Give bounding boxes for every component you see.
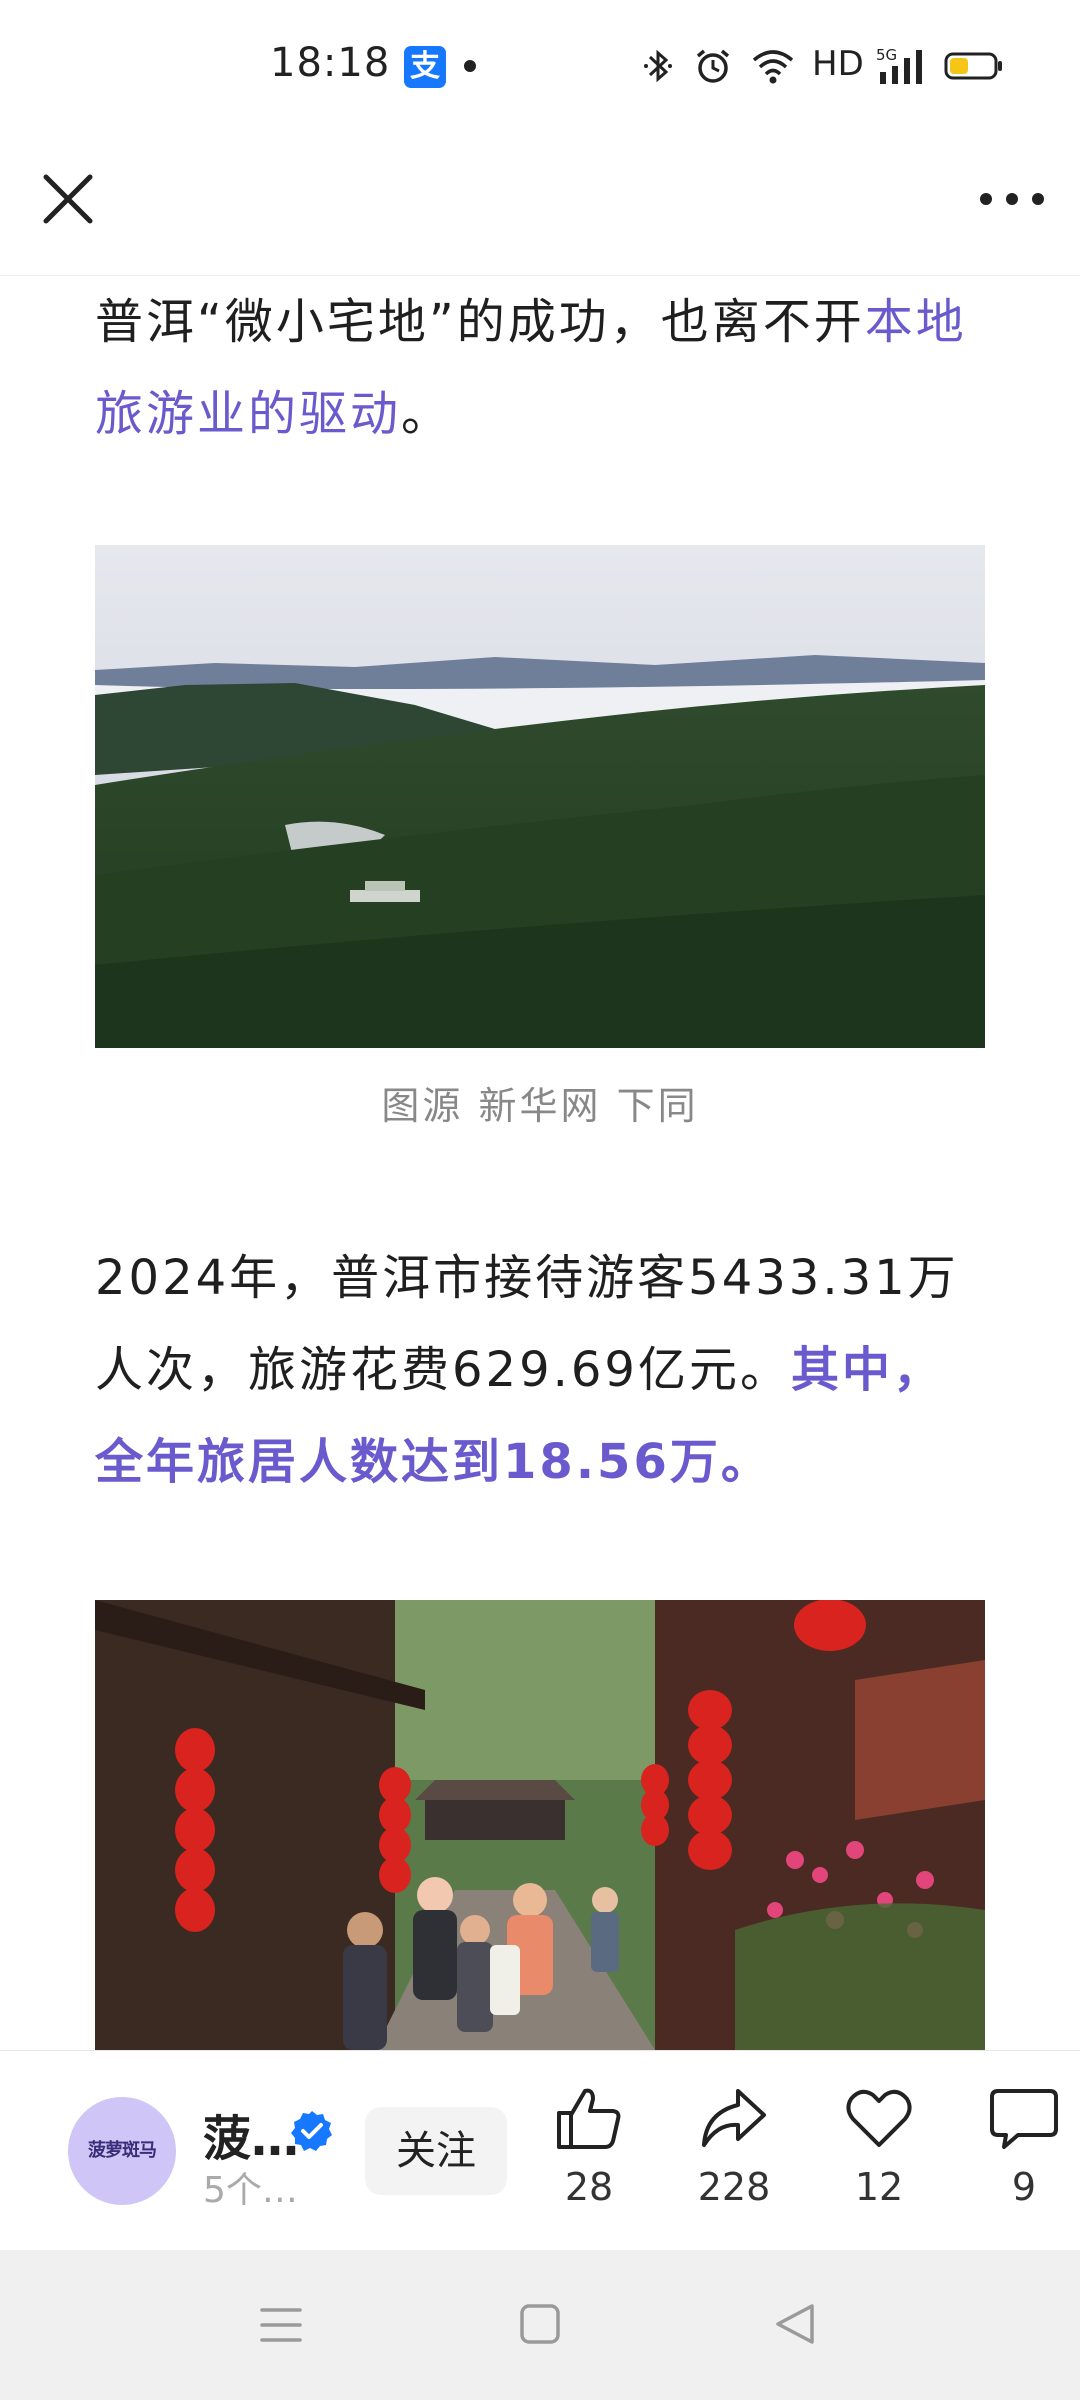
like-button[interactable]: 28 bbox=[534, 2083, 644, 2223]
system-nav-bar bbox=[0, 2250, 1080, 2400]
like-count: 28 bbox=[564, 2165, 614, 2209]
notification-dot-icon bbox=[464, 60, 476, 72]
favorite-count: 12 bbox=[854, 2165, 904, 2209]
image-caption: 图源 新华网 下同 bbox=[381, 1084, 699, 1128]
comment-count: 9 bbox=[1011, 2165, 1037, 2209]
heart-icon bbox=[846, 2089, 912, 2147]
comment-icon bbox=[990, 2089, 1058, 2149]
paragraph-2: 2024年，普洱市接待游客5433.31万人次，旅游花费629.69亿元。其中，… bbox=[95, 1232, 985, 1508]
article-body-2: 2024年，普洱市接待游客5433.31万人次，旅游花费629.69亿元。其中，… bbox=[95, 1232, 985, 1508]
home-icon[interactable] bbox=[518, 2302, 562, 2346]
old-town-street-photo bbox=[95, 1600, 985, 2050]
follow-button[interactable]: 关注 bbox=[365, 2107, 507, 2195]
paragraph-2-tail: 万。 bbox=[669, 1434, 772, 1490]
thumbs-up-icon bbox=[557, 2088, 621, 2149]
paragraph-1-end: 。 bbox=[401, 386, 453, 442]
top-nav bbox=[0, 135, 1080, 276]
author-avatar[interactable]: 菠萝斑马 bbox=[68, 2097, 176, 2205]
share-icon bbox=[702, 2089, 766, 2147]
status-bar: 18:18 支 HD 5G bbox=[0, 0, 1080, 135]
mountain-forest-photo bbox=[95, 545, 985, 1048]
share-count: 228 bbox=[697, 2165, 771, 2209]
more-horizontal-icon[interactable] bbox=[972, 167, 1052, 231]
favorite-button[interactable]: 12 bbox=[824, 2083, 934, 2223]
close-icon[interactable] bbox=[36, 167, 100, 231]
paragraph-2-number: 18.56 bbox=[503, 1434, 670, 1490]
share-button[interactable]: 228 bbox=[679, 2083, 789, 2223]
hd-label: HD bbox=[812, 44, 864, 84]
alarm-icon bbox=[696, 49, 730, 83]
back-icon[interactable] bbox=[772, 2300, 818, 2348]
bluetooth-icon bbox=[644, 49, 672, 83]
article-body: 普洱“微小宅地”的成功，也离不开本地旅游业的驱动。 bbox=[95, 276, 985, 460]
comment-button[interactable]: 9 bbox=[969, 2083, 1079, 2223]
author-action-bar: 菠萝斑马 菠… 5个… 关注 28 228 12 9 bbox=[0, 2050, 1080, 2251]
signal-label: 5G bbox=[876, 46, 897, 64]
battery-icon bbox=[944, 52, 1002, 80]
signal-icon: 5G bbox=[876, 46, 922, 84]
author-name[interactable]: 菠… bbox=[203, 2099, 299, 2169]
status-time: 18:18 bbox=[270, 40, 391, 86]
paragraph-1: 普洱“微小宅地”的成功，也离不开本地旅游业的驱动。 bbox=[95, 276, 985, 460]
verified-badge-icon bbox=[291, 2111, 332, 2151]
menu-icon[interactable] bbox=[258, 2302, 304, 2348]
alipay-icon: 支 bbox=[404, 46, 446, 88]
wifi-icon bbox=[752, 50, 794, 84]
paragraph-1-text: 普洱“微小宅地”的成功，也离不开 bbox=[95, 294, 865, 350]
author-subtitle: 5个… bbox=[203, 2170, 298, 2211]
